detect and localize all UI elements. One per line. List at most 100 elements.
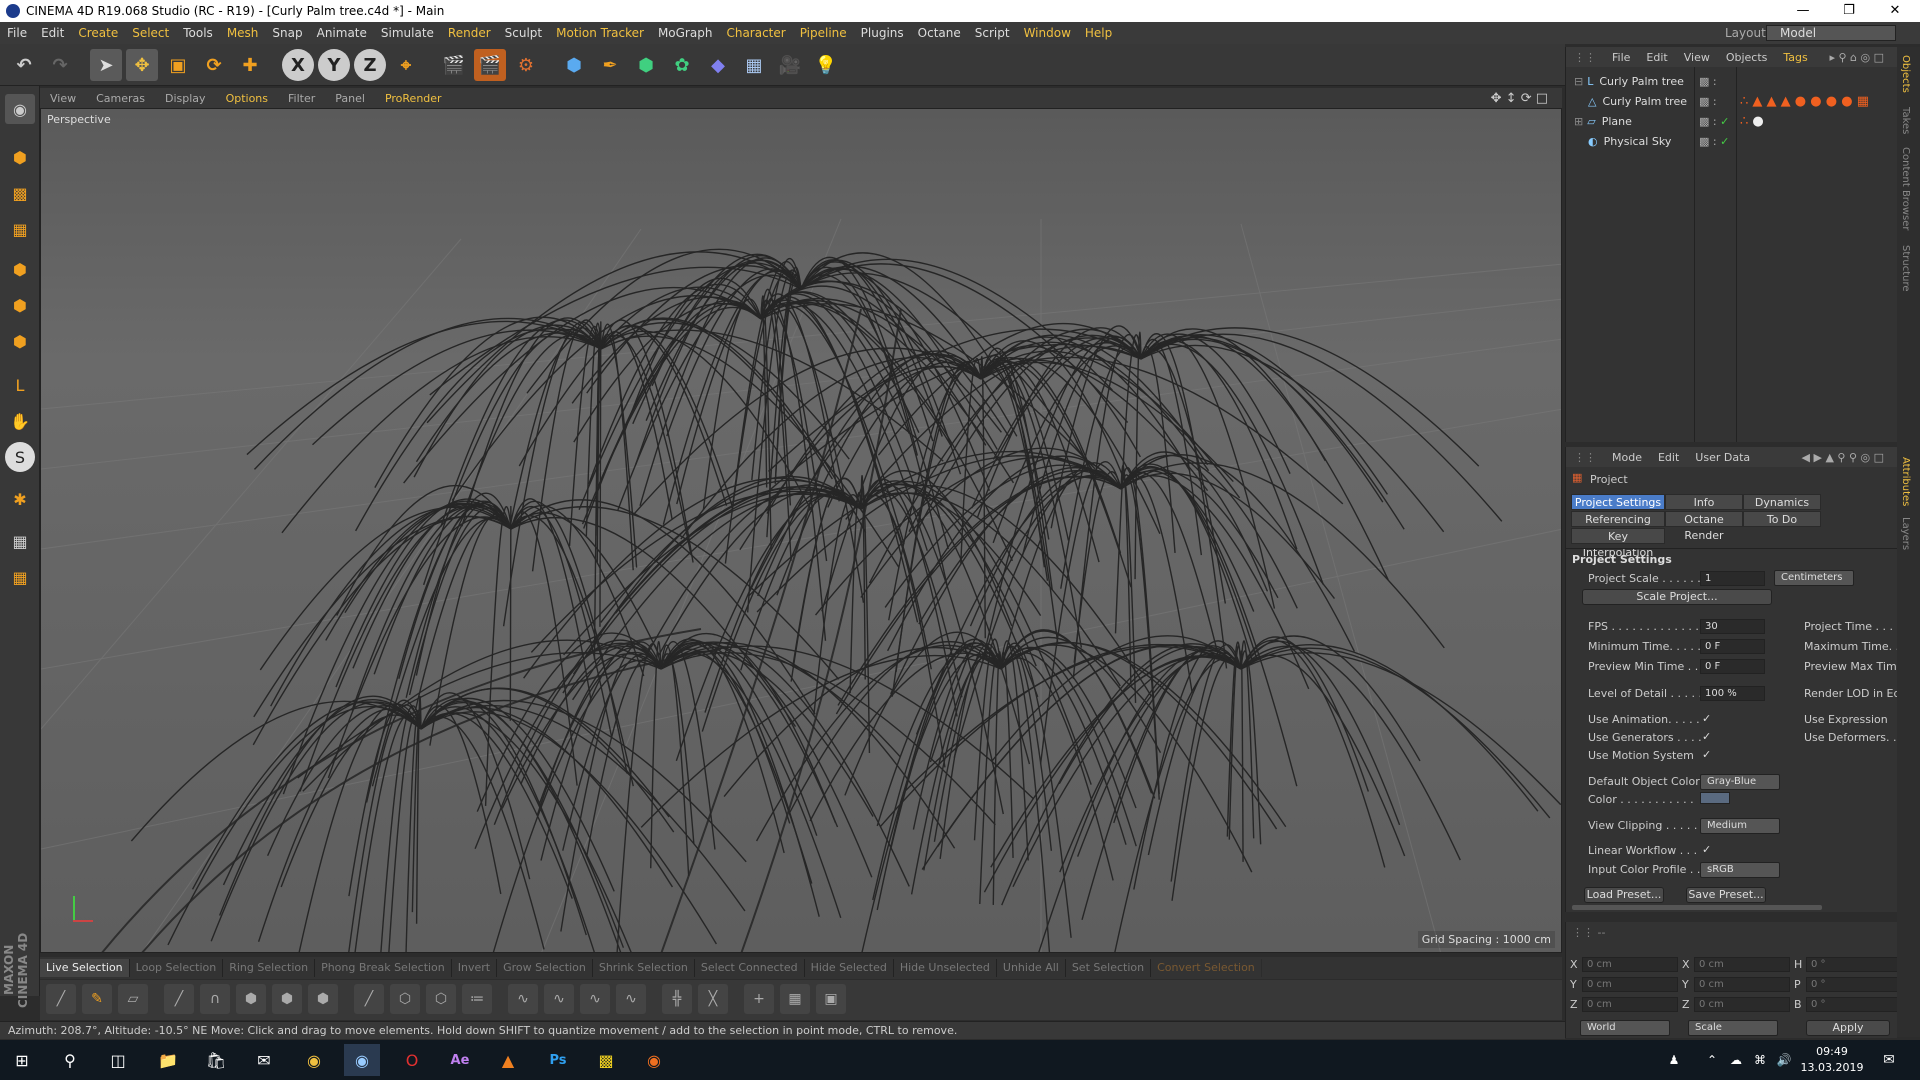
coord-field[interactable]: 0 cm xyxy=(1582,957,1678,972)
viewport-menu-prorender[interactable]: ProRender xyxy=(375,92,452,105)
knife-icon[interactable]: ╱ xyxy=(164,984,194,1014)
invert-button[interactable]: Invert xyxy=(452,959,498,977)
linear-workflow-checkbox[interactable]: ✓ xyxy=(1702,844,1714,856)
floor-icon[interactable]: ▦ xyxy=(738,49,770,81)
set-selection-button[interactable]: Set Selection xyxy=(1066,959,1152,977)
color-swatch[interactable] xyxy=(1700,792,1730,804)
side-tab-content-browser[interactable]: Content Browser xyxy=(1900,147,1911,230)
model-mode-icon[interactable]: ⬢ xyxy=(5,142,35,172)
minimize-button[interactable]: — xyxy=(1780,0,1826,22)
texture-mode-icon[interactable]: ▩ xyxy=(5,178,35,208)
load-preset-button[interactable]: Load Preset... xyxy=(1584,887,1664,903)
attr-menu-edit[interactable]: Edit xyxy=(1650,451,1687,464)
windows-start-icon[interactable]: ⊞ xyxy=(4,1044,40,1076)
coord-field[interactable]: 0 ° xyxy=(1806,997,1902,1012)
obj-search-icon[interactable]: ▸ ⚲ ⌂ ◎ □ xyxy=(1821,51,1892,64)
tab-project-settings[interactable]: Project Settings xyxy=(1571,494,1665,510)
frame-icon[interactable]: ▣ xyxy=(816,984,846,1014)
menu-help[interactable]: Help xyxy=(1078,26,1119,40)
phong-break-selection-button[interactable]: Phong Break Selection xyxy=(315,959,452,977)
viewport-menu-view[interactable]: View xyxy=(40,92,86,105)
sticky-notes-icon[interactable]: ▩ xyxy=(588,1044,624,1076)
render-view-icon[interactable]: 🎬 xyxy=(438,49,470,81)
tab-info[interactable]: Info xyxy=(1665,494,1743,510)
project-scale-field[interactable]: 1 xyxy=(1700,571,1765,586)
save-preset-button[interactable]: Save Preset... xyxy=(1686,887,1766,903)
menu-pipeline[interactable]: Pipeline xyxy=(793,26,854,40)
material-tags-icon[interactable]: ∴ ▲ ▲ ▲ ● ● ● ● ▦ xyxy=(1740,94,1869,109)
visibility-icon[interactable]: ▩ : ✓ xyxy=(1699,135,1729,148)
extrude-icon[interactable]: ⬢ xyxy=(236,984,266,1014)
axis-mode-icon[interactable]: L xyxy=(5,370,35,400)
shrink-selection-button[interactable]: Shrink Selection xyxy=(593,959,695,977)
menu-plugins[interactable]: Plugins xyxy=(854,26,911,40)
redo-icon[interactable]: ↷ xyxy=(44,49,76,81)
transform-icon[interactable]: ✚ xyxy=(234,49,266,81)
snap-icon[interactable]: S xyxy=(5,442,35,472)
vlc-icon[interactable]: ▲ xyxy=(490,1044,526,1076)
camera-icon[interactable]: 🎥 xyxy=(774,49,806,81)
use-animation-checkbox[interactable]: ✓ xyxy=(1702,713,1714,725)
menu-render[interactable]: Render xyxy=(441,26,498,40)
coord-field[interactable]: 0 cm xyxy=(1694,977,1790,992)
project-scale-unit-dropdown[interactable]: Centimeters xyxy=(1774,570,1854,586)
grow-selection-button[interactable]: Grow Selection xyxy=(497,959,593,977)
edges-mode-icon[interactable]: ⬢ xyxy=(5,290,35,320)
restore-button[interactable]: ❐ xyxy=(1826,0,1872,22)
obj-menu-objects[interactable]: Objects xyxy=(1718,51,1776,64)
view-clipping-dropdown[interactable]: Medium xyxy=(1700,818,1780,834)
volume-icon[interactable]: 🔊 xyxy=(1772,1044,1796,1076)
photoshop-icon[interactable]: Ps xyxy=(540,1044,576,1076)
loop-selection-button[interactable]: Loop Selection xyxy=(130,959,224,977)
array-tool-icon[interactable]: ∿ xyxy=(508,984,538,1014)
tray-chevron-icon[interactable]: ⌃ xyxy=(1700,1044,1724,1076)
viewport-menu-options[interactable]: Options xyxy=(216,92,278,105)
rotate-icon[interactable]: ⟳ xyxy=(198,49,230,81)
viewport-nav-icons[interactable]: ✥ ↕ ⟳ □ xyxy=(1481,91,1558,106)
attr-nav-icons[interactable]: ◀ ▶ ▲ ⚲ ⚲ ◎ □ xyxy=(1794,451,1892,464)
coordinate-system-icon[interactable]: ⌖ xyxy=(390,49,422,81)
tab-to-do[interactable]: To Do xyxy=(1743,511,1821,527)
weld-icon[interactable]: ⬡ xyxy=(390,984,420,1014)
mail-icon[interactable]: ✉ xyxy=(246,1044,282,1076)
grid-tool-icon[interactable]: ▦ xyxy=(780,984,810,1014)
enable-snap-icon[interactable]: ✱ xyxy=(5,484,35,514)
split-icon[interactable]: ∿ xyxy=(580,984,610,1014)
firefox-icon[interactable]: ◉ xyxy=(636,1044,672,1076)
workplane-icon[interactable]: ▦ xyxy=(5,214,35,244)
pen-spline-icon[interactable]: ✒ xyxy=(594,49,626,81)
live-select-icon[interactable]: ➤ xyxy=(90,49,122,81)
after-effects-icon[interactable]: Ae xyxy=(442,1044,478,1076)
scale-project-button[interactable]: Scale Project... xyxy=(1582,589,1772,605)
task-view-icon[interactable]: ◫ xyxy=(100,1044,136,1076)
viewport[interactable]: Perspective Grid Spacing : 1000 cm xyxy=(40,108,1562,953)
object-row[interactable]: ⊟ L Curly Palm tree ▩ : xyxy=(1566,71,1898,91)
object-row[interactable]: ◐ Physical Sky ▩ : ✓ xyxy=(1566,131,1898,151)
menu-file[interactable]: File xyxy=(0,26,34,40)
undo-icon[interactable]: ↶ xyxy=(8,49,40,81)
melt-icon[interactable]: ╳ xyxy=(698,984,728,1014)
chrome-icon[interactable]: ◉ xyxy=(296,1044,332,1076)
cinema4d-taskbar-icon[interactable]: ◉ xyxy=(344,1044,380,1076)
visibility-icon[interactable]: ▩ : xyxy=(1699,75,1717,88)
bevel-icon[interactable]: ⬢ xyxy=(308,984,338,1014)
menu-sculpt[interactable]: Sculpt xyxy=(498,26,549,40)
z-axis-icon[interactable]: Z xyxy=(354,49,386,81)
side-tab-layers[interactable]: Layers xyxy=(1900,517,1911,550)
menu-snap[interactable]: Snap xyxy=(265,26,309,40)
menu-window[interactable]: Window xyxy=(1017,26,1078,40)
array-icon[interactable]: ✿ xyxy=(666,49,698,81)
stitch-icon[interactable]: ⬡ xyxy=(426,984,456,1014)
ring-selection-button[interactable]: Ring Selection xyxy=(223,959,316,977)
select-connected-button[interactable]: Select Connected xyxy=(695,959,805,977)
layout-dropdown[interactable]: Model xyxy=(1766,25,1896,41)
side-tab-structure[interactable]: Structure xyxy=(1900,245,1911,292)
hide-unselected-button[interactable]: Hide Unselected xyxy=(894,959,997,977)
bridge-icon[interactable]: ╱ xyxy=(354,984,384,1014)
fps-field[interactable]: 30 xyxy=(1700,619,1765,634)
brush-icon[interactable]: ✎ xyxy=(82,984,112,1014)
tweak-icon[interactable]: ✋ xyxy=(5,406,35,436)
viewport-menu-filter[interactable]: Filter xyxy=(278,92,325,105)
obj-menu-edit[interactable]: Edit xyxy=(1638,51,1675,64)
x-axis-icon[interactable]: X xyxy=(282,49,314,81)
